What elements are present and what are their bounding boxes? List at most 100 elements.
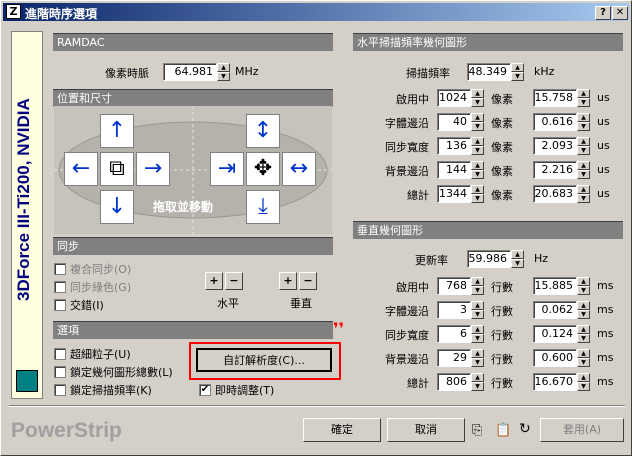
spin-up-icon[interactable]: ▲ bbox=[471, 349, 484, 358]
spin-down-icon[interactable]: ▼ bbox=[471, 194, 484, 203]
hscan-row-time-spinner[interactable]: ▲ ▼ bbox=[577, 137, 590, 155]
v-sync-plus-button[interactable]: + bbox=[279, 272, 297, 290]
hscan-row-time-spinner[interactable]: ▲ ▼ bbox=[577, 185, 590, 203]
vscan-freq-input[interactable]: 59.986 bbox=[467, 250, 511, 268]
hscan-freq-spinner[interactable]: ▲ ▼ bbox=[511, 63, 524, 81]
spin-up-icon[interactable]: ▲ bbox=[471, 373, 484, 382]
vscan-row-time-spinner[interactable]: ▲ ▼ bbox=[577, 373, 590, 391]
vscan-row-time-spinner[interactable]: ▲ ▼ bbox=[577, 301, 590, 319]
spin-up-icon[interactable]: ▲ bbox=[511, 250, 524, 259]
vscan-row-time-input[interactable]: 15.885 bbox=[533, 277, 577, 295]
pixel-clock-input[interactable]: 64.981 bbox=[163, 63, 217, 81]
vscan-row-value-input[interactable]: 29 bbox=[437, 349, 471, 367]
spin-up-icon[interactable]: ▲ bbox=[217, 63, 230, 72]
spin-down-icon[interactable]: ▼ bbox=[471, 382, 484, 391]
hscan-freq-input[interactable]: 48.349 bbox=[467, 63, 511, 81]
spin-up-icon[interactable]: ▲ bbox=[471, 325, 484, 334]
move-all-icon[interactable]: ✥ bbox=[246, 152, 280, 186]
vscan-row-spinner[interactable]: ▲ ▼ bbox=[471, 301, 484, 319]
spin-down-icon[interactable]: ▼ bbox=[577, 310, 590, 319]
spin-down-icon[interactable]: ▼ bbox=[511, 72, 524, 81]
spin-up-icon[interactable]: ▲ bbox=[471, 185, 484, 194]
hscan-row-time-spinner[interactable]: ▲ ▼ bbox=[577, 161, 590, 179]
ok-button[interactable]: 確定 bbox=[303, 418, 381, 442]
lock-scan-checkbox[interactable]: 鎖定掃描頻率(K) bbox=[54, 382, 152, 398]
vscan-row-time-input[interactable]: 0.062 bbox=[533, 301, 577, 319]
spin-up-icon[interactable]: ▲ bbox=[577, 161, 590, 170]
apply-button[interactable]: 套用(A) bbox=[540, 418, 624, 442]
spin-down-icon[interactable]: ▼ bbox=[577, 146, 590, 155]
hscan-row-time-input[interactable]: 15.758 bbox=[533, 89, 577, 107]
paste-icon[interactable]: 📋 bbox=[495, 423, 511, 438]
spin-up-icon[interactable]: ▲ bbox=[471, 113, 484, 122]
h-sync-minus-button[interactable]: − bbox=[225, 272, 243, 290]
spin-up-icon[interactable]: ▲ bbox=[577, 301, 590, 310]
move-right-icon[interactable]: → bbox=[136, 152, 170, 186]
move-up-icon[interactable]: ↑ bbox=[100, 114, 134, 148]
spin-down-icon[interactable]: ▼ bbox=[577, 382, 590, 391]
hscan-row-time-spinner[interactable]: ▲ ▼ bbox=[577, 113, 590, 131]
hscan-row-value-input[interactable]: 1024 bbox=[437, 89, 471, 107]
vscan-row-spinner[interactable]: ▲ ▼ bbox=[471, 373, 484, 391]
vscan-row-value-input[interactable]: 768 bbox=[437, 277, 471, 295]
vscan-row-value-input[interactable]: 3 bbox=[437, 301, 471, 319]
hscan-row-spinner[interactable]: ▲ ▼ bbox=[471, 161, 484, 179]
spin-down-icon[interactable]: ▼ bbox=[471, 310, 484, 319]
spin-down-icon[interactable]: ▼ bbox=[577, 286, 590, 295]
hscan-row-time-input[interactable]: 20.683 bbox=[533, 185, 577, 203]
spin-up-icon[interactable]: ▲ bbox=[577, 373, 590, 382]
move-left-icon[interactable]: ← bbox=[64, 152, 98, 186]
lock-total-checkbox[interactable]: 鎖定幾何圖形總數(L) bbox=[54, 364, 173, 380]
hscan-row-value-input[interactable]: 144 bbox=[437, 161, 471, 179]
sync-green-checkbox[interactable]: 同步綠色(G) bbox=[54, 279, 131, 295]
spin-up-icon[interactable]: ▲ bbox=[577, 185, 590, 194]
spin-up-icon[interactable]: ▲ bbox=[471, 137, 484, 146]
spin-down-icon[interactable]: ▼ bbox=[217, 72, 230, 81]
vscan-row-time-input[interactable]: 0.124 bbox=[533, 325, 577, 343]
spin-down-icon[interactable]: ▼ bbox=[471, 170, 484, 179]
spin-down-icon[interactable]: ▼ bbox=[577, 122, 590, 131]
vscan-row-spinner[interactable]: ▲ ▼ bbox=[471, 325, 484, 343]
h-sync-plus-button[interactable]: + bbox=[205, 272, 223, 290]
hscan-row-time-input[interactable]: 2.216 bbox=[533, 161, 577, 179]
hscan-row-value-input[interactable]: 1344 bbox=[437, 185, 471, 203]
center-icon[interactable]: ⧉ bbox=[100, 152, 134, 186]
stretch-vertical-icon[interactable]: ↕ bbox=[246, 114, 280, 148]
spin-up-icon[interactable]: ▲ bbox=[511, 63, 524, 72]
composite-sync-checkbox[interactable]: 複合同步(O) bbox=[54, 261, 131, 277]
spin-up-icon[interactable]: ▲ bbox=[577, 113, 590, 122]
spin-down-icon[interactable]: ▼ bbox=[577, 334, 590, 343]
hscan-row-value-input[interactable]: 136 bbox=[437, 137, 471, 155]
hscan-row-spinner[interactable]: ▲ ▼ bbox=[471, 185, 484, 203]
spin-down-icon[interactable]: ▼ bbox=[471, 286, 484, 295]
hscan-row-spinner[interactable]: ▲ ▼ bbox=[471, 137, 484, 155]
help-button[interactable]: ? bbox=[595, 6, 611, 20]
shrink-horizontal-icon[interactable]: ⇥ bbox=[210, 152, 244, 186]
vscan-row-spinner[interactable]: ▲ ▼ bbox=[471, 349, 484, 367]
vscan-row-time-spinner[interactable]: ▲ ▼ bbox=[577, 325, 590, 343]
spin-up-icon[interactable]: ▲ bbox=[577, 137, 590, 146]
spin-up-icon[interactable]: ▲ bbox=[577, 89, 590, 98]
spin-down-icon[interactable]: ▼ bbox=[577, 194, 590, 203]
spin-down-icon[interactable]: ▼ bbox=[511, 259, 524, 268]
spin-up-icon[interactable]: ▲ bbox=[577, 349, 590, 358]
spin-up-icon[interactable]: ▲ bbox=[577, 325, 590, 334]
shrink-vertical-icon[interactable]: ⤓ bbox=[246, 190, 280, 224]
vscan-row-time-input[interactable]: 0.600 bbox=[533, 349, 577, 367]
move-down-icon[interactable]: ↓ bbox=[100, 190, 134, 224]
ultrafine-checkbox[interactable]: 超細粒子(U) bbox=[54, 346, 131, 362]
spin-up-icon[interactable]: ▲ bbox=[471, 89, 484, 98]
spin-up-icon[interactable]: ▲ bbox=[471, 301, 484, 310]
spin-up-icon[interactable]: ▲ bbox=[471, 161, 484, 170]
copy-icon[interactable]: ⎘ bbox=[472, 423, 482, 438]
cancel-button[interactable]: 取消 bbox=[387, 418, 465, 442]
spin-down-icon[interactable]: ▼ bbox=[471, 358, 484, 367]
v-sync-minus-button[interactable]: − bbox=[299, 272, 317, 290]
close-button[interactable]: ✕ bbox=[612, 6, 628, 20]
hscan-row-time-spinner[interactable]: ▲ ▼ bbox=[577, 89, 590, 107]
spin-down-icon[interactable]: ▼ bbox=[471, 146, 484, 155]
vscan-row-value-input[interactable]: 806 bbox=[437, 373, 471, 391]
spin-down-icon[interactable]: ▼ bbox=[471, 98, 484, 107]
spin-down-icon[interactable]: ▼ bbox=[577, 358, 590, 367]
hscan-row-value-input[interactable]: 40 bbox=[437, 113, 471, 131]
